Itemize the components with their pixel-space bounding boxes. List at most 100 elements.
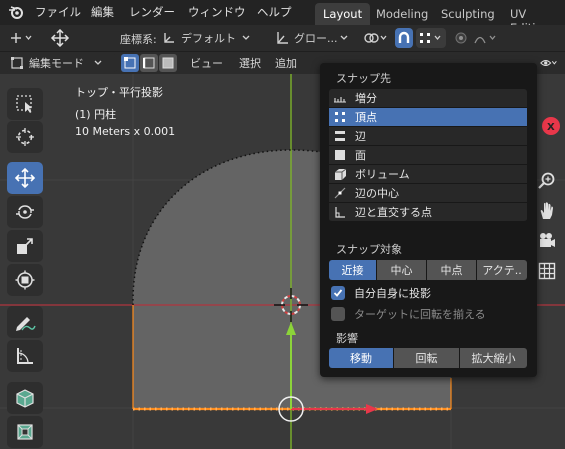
move-tool-icon [14,167,36,189]
tool-scale[interactable] [7,230,43,262]
affect-segmented: 移動 回転 拡大縮小 [329,348,527,368]
edit-mode-icon [11,57,23,69]
snap-with-median[interactable]: 中点 [427,260,477,280]
menu-edit[interactable]: 編集 [91,4,114,20]
snap-option-label: 辺 [355,130,366,143]
extrude-icon [17,424,33,440]
proportional-link-button[interactable] [360,28,392,48]
tool-extrude[interactable] [7,416,43,448]
edge-select-mode-button[interactable] [140,54,158,72]
tool-cursor[interactable] [7,121,43,153]
vertex-snap-icon [420,33,441,43]
link-chain-icon [364,33,387,43]
tool-add-cube[interactable] [7,382,43,414]
include-self-label: 自分自身に投影 [354,287,431,300]
checkmark-icon [333,289,343,297]
drag-action-button[interactable] [47,28,73,48]
mode-dropdown[interactable]: 編集モード [5,54,117,72]
face-select-icon [162,57,174,69]
global-axes-icon [277,32,288,44]
visibility-dropdown[interactable] [535,54,563,72]
measure-ruler-icon [17,348,33,364]
zoom-button[interactable] [533,167,561,195]
transform-orientation-dropdown[interactable] [5,28,37,48]
falloff-curve-icon [474,35,496,44]
snap-option-label: 面 [355,149,366,162]
align-rotation-checkbox[interactable] [331,307,345,321]
snap-option-label: 頂点 [355,111,377,124]
affect-scale[interactable]: 拡大縮小 [460,348,527,368]
snap-option-label: ボリューム [355,168,410,181]
snap-toggle-button[interactable] [395,28,413,48]
volume-icon [333,167,347,181]
scale-tool-icon [17,238,33,254]
affect-move[interactable]: 移動 [329,348,394,368]
tool-annotate[interactable] [7,306,43,338]
snap-option-edge-center[interactable]: 辺の中心 [329,184,527,203]
blender-logo-icon[interactable] [8,4,24,20]
snap-option-vertex[interactable]: 頂点 [329,108,527,127]
annotate-pencil-icon [16,317,36,331]
menu-select[interactable]: 選択 [234,54,266,72]
coordinate-system-value: デフォルト [181,32,236,45]
tool-rotate[interactable] [7,196,43,228]
menu-window[interactable]: ウィンドウ [188,4,246,20]
edge-select-icon [143,57,155,69]
include-self-checkbox[interactable] [331,286,345,300]
falloff-dropdown[interactable] [472,28,502,48]
camera-icon [540,233,555,247]
tab-modeling[interactable]: Modeling [368,3,436,25]
transform-tool-icon [15,270,35,290]
edge-perpendicular-icon [333,205,347,219]
cursor-tool-icon [16,128,34,146]
menu-view[interactable]: ビュー [185,54,228,72]
pan-button[interactable] [533,197,561,225]
tab-uv-editing[interactable]: UV Editir [502,3,565,35]
snap-option-face[interactable]: 面 [329,146,527,165]
align-rotation-option[interactable]: ターゲットに回転を揃える [331,306,486,322]
snap-option-edge[interactable]: 辺 [329,127,527,146]
proportional-editing-toggle[interactable] [452,28,470,48]
affect-rotate[interactable]: 回転 [394,348,460,368]
magnet-icon [398,31,410,43]
tab-layout[interactable]: Layout [315,3,371,25]
include-self-option[interactable]: 自分自身に投影 [331,285,431,301]
object-name-label: (1) 円柱 [75,108,117,121]
coordinate-system-dropdown[interactable]: デフォルト [158,28,250,48]
snap-with-active[interactable]: アクテ.. [477,260,527,280]
ortho-toggle-button[interactable] [533,257,561,285]
edge-center-icon [333,186,347,200]
select-box-icon [16,95,32,113]
face-select-mode-button[interactable] [159,54,177,72]
menu-help[interactable]: ヘルプ [257,4,292,20]
chevron-down-icon [94,60,102,65]
pivot-orientation-dropdown[interactable]: グロー... [271,28,351,48]
snap-option-increment[interactable]: 増分 [329,89,527,108]
tab-sculpting[interactable]: Sculpting [433,3,503,25]
increment-icon [333,91,347,105]
snap-with-title: スナップ対象 [336,243,402,256]
tool-settings-header: 座標系: デフォルト グロー... [0,25,565,52]
eye-icon [540,60,557,66]
menu-add[interactable]: 追加 [270,54,302,72]
chevron-down-icon [242,35,250,40]
chevron-down-icon [340,35,347,40]
menu-file[interactable]: ファイル [35,4,81,20]
snap-option-label: 辺と直交する点 [355,206,432,219]
snap-with-center[interactable]: 中心 [377,260,427,280]
tool-select-box[interactable] [7,88,43,120]
snap-option-edge-perpendicular[interactable]: 辺と直交する点 [329,203,527,222]
orientation-icon [164,33,174,43]
tool-move[interactable] [7,162,43,194]
hand-icon [540,202,553,219]
snap-settings-popover: スナップ先 増分 頂点 辺 面 ボリューム 辺の中心 辺と直交する点 スナップ対… [320,63,537,377]
snap-option-volume[interactable]: ボリューム [329,165,527,184]
vertex-select-mode-button[interactable] [121,54,139,72]
snap-target-dropdown[interactable] [416,28,446,48]
snap-with-closest[interactable]: 近接 [329,260,377,280]
tool-transform[interactable] [7,264,43,296]
affect-title: 影響 [336,332,358,345]
tool-measure[interactable] [7,340,43,372]
camera-view-button[interactable] [533,227,561,255]
menu-render[interactable]: レンダー [129,4,175,20]
